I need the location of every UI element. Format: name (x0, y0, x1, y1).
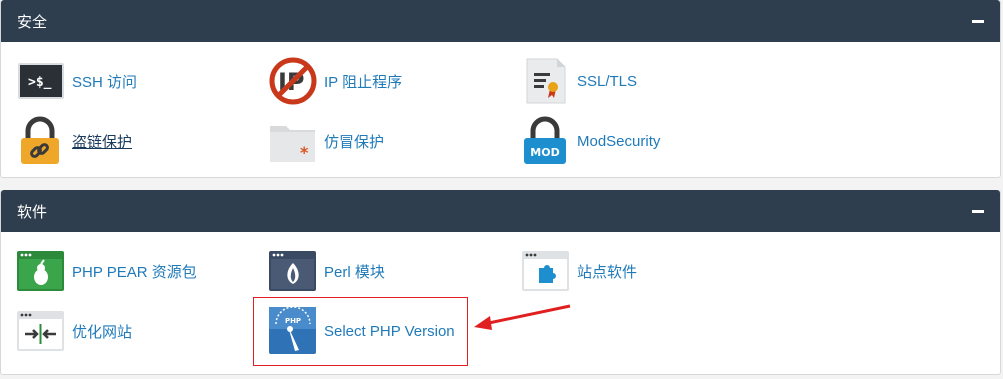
ssh-access-item[interactable]: >$_ SSH 访问 (16, 56, 137, 106)
annotation-arrow-icon (474, 304, 571, 330)
security-panel-header[interactable]: 安全 (1, 0, 1000, 42)
ssh-access-label: SSH 访问 (72, 73, 138, 91)
security-panel-title: 安全 (17, 13, 48, 31)
optimize-website-label: 优化网站 (72, 323, 133, 341)
php-pear-label: PHP PEAR 资源包 (72, 263, 197, 281)
site-software-label: 站点软件 (577, 263, 638, 281)
svg-text:>$_: >$_ (28, 75, 52, 90)
leech-protection-item[interactable]: * 仿冒保护 (268, 116, 384, 166)
perl-modules-label: Perl 模块 (324, 263, 385, 281)
terminal-icon: >$_ (16, 56, 66, 106)
leech-protection-label: 仿冒保护 (324, 133, 385, 151)
hotlink-protection-item[interactable]: 盗链保护 (16, 116, 132, 166)
compress-window-icon (16, 306, 66, 356)
ssl-tls-label: SSL/TLS (577, 72, 638, 90)
svg-text:MOD: MOD (530, 146, 559, 159)
collapse-icon[interactable] (972, 209, 984, 213)
annotation-highlight-box (253, 297, 468, 366)
software-panel-title: 软件 (17, 203, 48, 221)
perl-modules-item[interactable]: Perl 模块 (268, 246, 385, 296)
php-pear-item[interactable]: PHP PEAR 资源包 (16, 246, 197, 296)
mod-lock-icon: MOD (521, 116, 571, 166)
certificate-icon (521, 56, 571, 106)
software-panel-header[interactable]: 软件 (1, 190, 1000, 232)
ip-block-icon: IP (268, 56, 318, 106)
hotlink-protection-label: 盗链保护 (72, 133, 133, 151)
onion-window-icon (268, 246, 318, 296)
ssl-tls-item[interactable]: SSL/TLS (521, 56, 637, 106)
collapse-icon[interactable] (972, 19, 984, 23)
modsecurity-label: ModSecurity (577, 132, 661, 150)
security-panel: 安全 (0, 0, 1001, 178)
svg-text:*: * (300, 143, 309, 162)
site-software-item[interactable]: 站点软件 (521, 246, 637, 296)
optimize-website-item[interactable]: 优化网站 (16, 306, 132, 356)
padlock-link-icon (16, 116, 66, 166)
ip-blocker-label: IP 阻止程序 (324, 73, 403, 91)
puzzle-window-icon (521, 246, 571, 296)
folder-asterisk-icon: * (268, 116, 318, 166)
modsecurity-item[interactable]: MOD ModSecurity (521, 116, 660, 166)
ip-blocker-item[interactable]: IP IP 阻止程序 (268, 56, 402, 106)
pear-window-icon (16, 246, 66, 296)
